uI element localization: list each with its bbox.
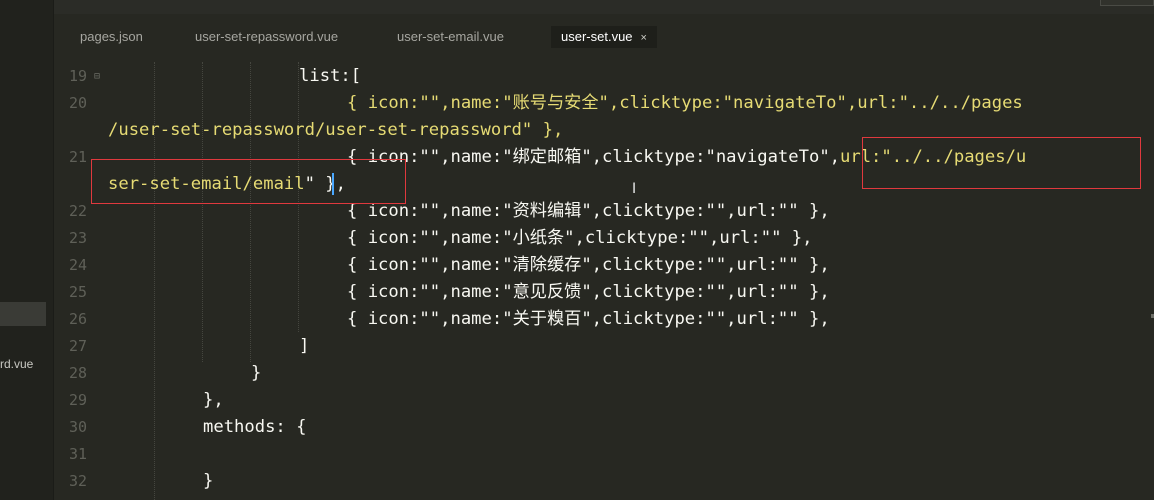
code-line-20-wrap[interactable]: /user-set-repassword/user-set-repassword… <box>108 117 563 144</box>
code-line-29[interactable]: }, <box>203 387 224 414</box>
line-number: 27 <box>68 337 87 355</box>
code-line-23[interactable]: { icon:"",name:"小纸条",clicktype:"",url:""… <box>347 225 812 252</box>
tab-label: user-set-email.vue <box>397 29 504 44</box>
mouse-ibeam-icon: I <box>632 181 637 197</box>
window-control-button[interactable] <box>1100 0 1154 6</box>
line-number: 29 <box>68 391 87 409</box>
line-number: 28 <box>68 364 87 382</box>
code-text: { icon:"",name:"账号与安全",clicktype:"naviga… <box>347 93 1023 113</box>
line-number: 22 <box>68 202 87 220</box>
tab-label: user-set-repassword.vue <box>195 29 339 44</box>
text-caret <box>332 173 334 195</box>
code-line-30[interactable]: methods: { <box>203 414 306 441</box>
tab-user-set[interactable]: user-set.vue × <box>551 26 657 48</box>
indent-guide <box>250 62 251 362</box>
line-number: 32 <box>68 472 87 490</box>
line-number: 21 <box>68 148 87 166</box>
tab-bar: pages.json user-set-repassword.vue user-… <box>54 0 1154 62</box>
code-line-32[interactable]: } <box>203 468 213 495</box>
tab-user-set-repassword[interactable]: user-set-repassword.vue <box>185 26 348 48</box>
code-line-22[interactable]: { icon:"",name:"资料编辑",clicktype:"",url:"… <box>347 198 830 225</box>
code-text: /user-set-repassword/user-set-repassword… <box>108 120 564 140</box>
line-number: 26 <box>68 310 87 328</box>
code-editor[interactable]: 19 ⊟ 20 21 22 23 24 25 26 27 28 29 30 31… <box>54 62 1154 500</box>
tab-user-set-email[interactable]: user-set-email.vue <box>387 26 514 48</box>
code-line-26[interactable]: { icon:"",name:"关于糗百",clicktype:"",url:"… <box>347 306 830 333</box>
tab-pages-json[interactable]: pages.json <box>70 26 153 48</box>
line-number: 31 <box>68 445 87 463</box>
code-line-28[interactable]: } <box>251 360 261 387</box>
indent-guide <box>202 62 203 362</box>
line-number: 20 <box>68 94 87 112</box>
close-icon[interactable]: × <box>641 32 647 44</box>
code-line-25[interactable]: { icon:"",name:"意见反馈",clicktype:"",url:"… <box>347 279 830 306</box>
tab-label: user-set.vue <box>561 29 633 44</box>
line-number: 23 <box>68 229 87 247</box>
line-number: 30 <box>68 418 87 436</box>
fold-icon[interactable]: ⊟ <box>94 63 100 90</box>
code-line-19[interactable]: list:[ <box>299 63 361 90</box>
highlight-box-path <box>91 159 406 204</box>
sidebar-file-label[interactable]: rd.vue <box>0 357 33 371</box>
code-text: { icon:"",name:"绑定邮箱",clicktype:"navigat… <box>347 147 841 167</box>
line-number: 24 <box>68 256 87 274</box>
tab-label: pages.json <box>80 29 143 44</box>
code-line-27[interactable]: ] <box>299 333 309 360</box>
project-sidebar: rd.vue <box>0 0 54 500</box>
line-number: 19 <box>68 67 87 85</box>
line-number: 25 <box>68 283 87 301</box>
code-line-20[interactable]: { icon:"",name:"账号与安全",clicktype:"naviga… <box>347 90 1023 117</box>
highlight-box-url <box>862 137 1141 189</box>
sidebar-selected-item[interactable] <box>0 302 46 326</box>
tab-bar-top-strip <box>54 0 1154 14</box>
code-line-24[interactable]: { icon:"",name:"清除缓存",clicktype:"",url:"… <box>347 252 830 279</box>
